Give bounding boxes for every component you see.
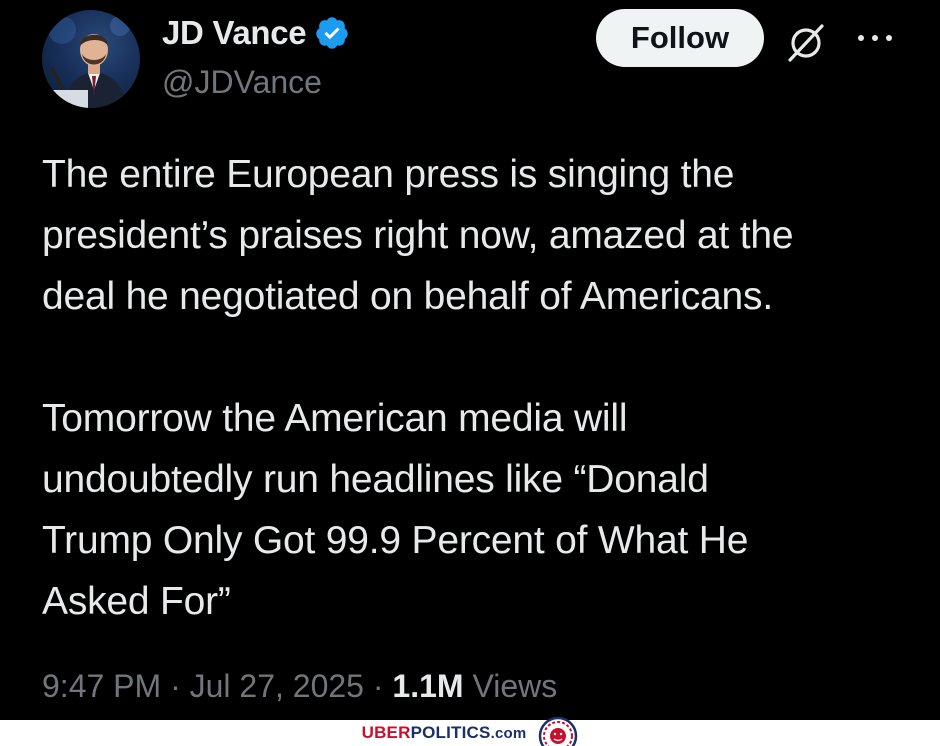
tweet-meta: 9:47 PM · Jul 27, 2025 · 1.1M Views: [42, 668, 557, 705]
tweet-paragraph: The entire European press is singing the…: [42, 153, 794, 318]
grok-icon[interactable]: [784, 20, 828, 64]
avatar[interactable]: [42, 10, 140, 108]
lion-crest-icon: [539, 716, 578, 746]
meta-separator: ·: [372, 668, 393, 704]
tweet-card: JD Vance @JDVance Follow The entire Euro…: [0, 0, 940, 720]
verified-badge-icon: [316, 17, 349, 49]
tweet-time[interactable]: 9:47 PM: [42, 668, 161, 704]
profile-photo-icon: [48, 16, 130, 108]
watermark-part-politics: POLITICS: [410, 723, 491, 742]
more-horizontal-icon[interactable]: [855, 26, 895, 50]
views-count[interactable]: 1.1M: [392, 668, 463, 704]
tweet-date[interactable]: Jul 27, 2025: [190, 668, 364, 704]
meta-separator: ·: [170, 668, 190, 704]
author-handle[interactable]: @JDVance: [162, 64, 322, 101]
tweet-body: The entire European press is singing the…: [42, 144, 922, 632]
author-name-row: JD Vance: [162, 14, 350, 52]
tweet-paragraph: Tomorrow the American media will undoubt…: [42, 397, 749, 623]
author-display-name[interactable]: JD Vance: [162, 14, 307, 52]
follow-button[interactable]: Follow: [596, 9, 764, 67]
views-label: Views: [472, 668, 558, 704]
watermark-text: UBERPOLITICS.com: [362, 723, 527, 743]
watermark-bar: UBERPOLITICS.com: [0, 716, 940, 746]
watermark-part-domain: .com: [490, 725, 527, 742]
watermark-part-uber: UBER: [361, 723, 411, 742]
